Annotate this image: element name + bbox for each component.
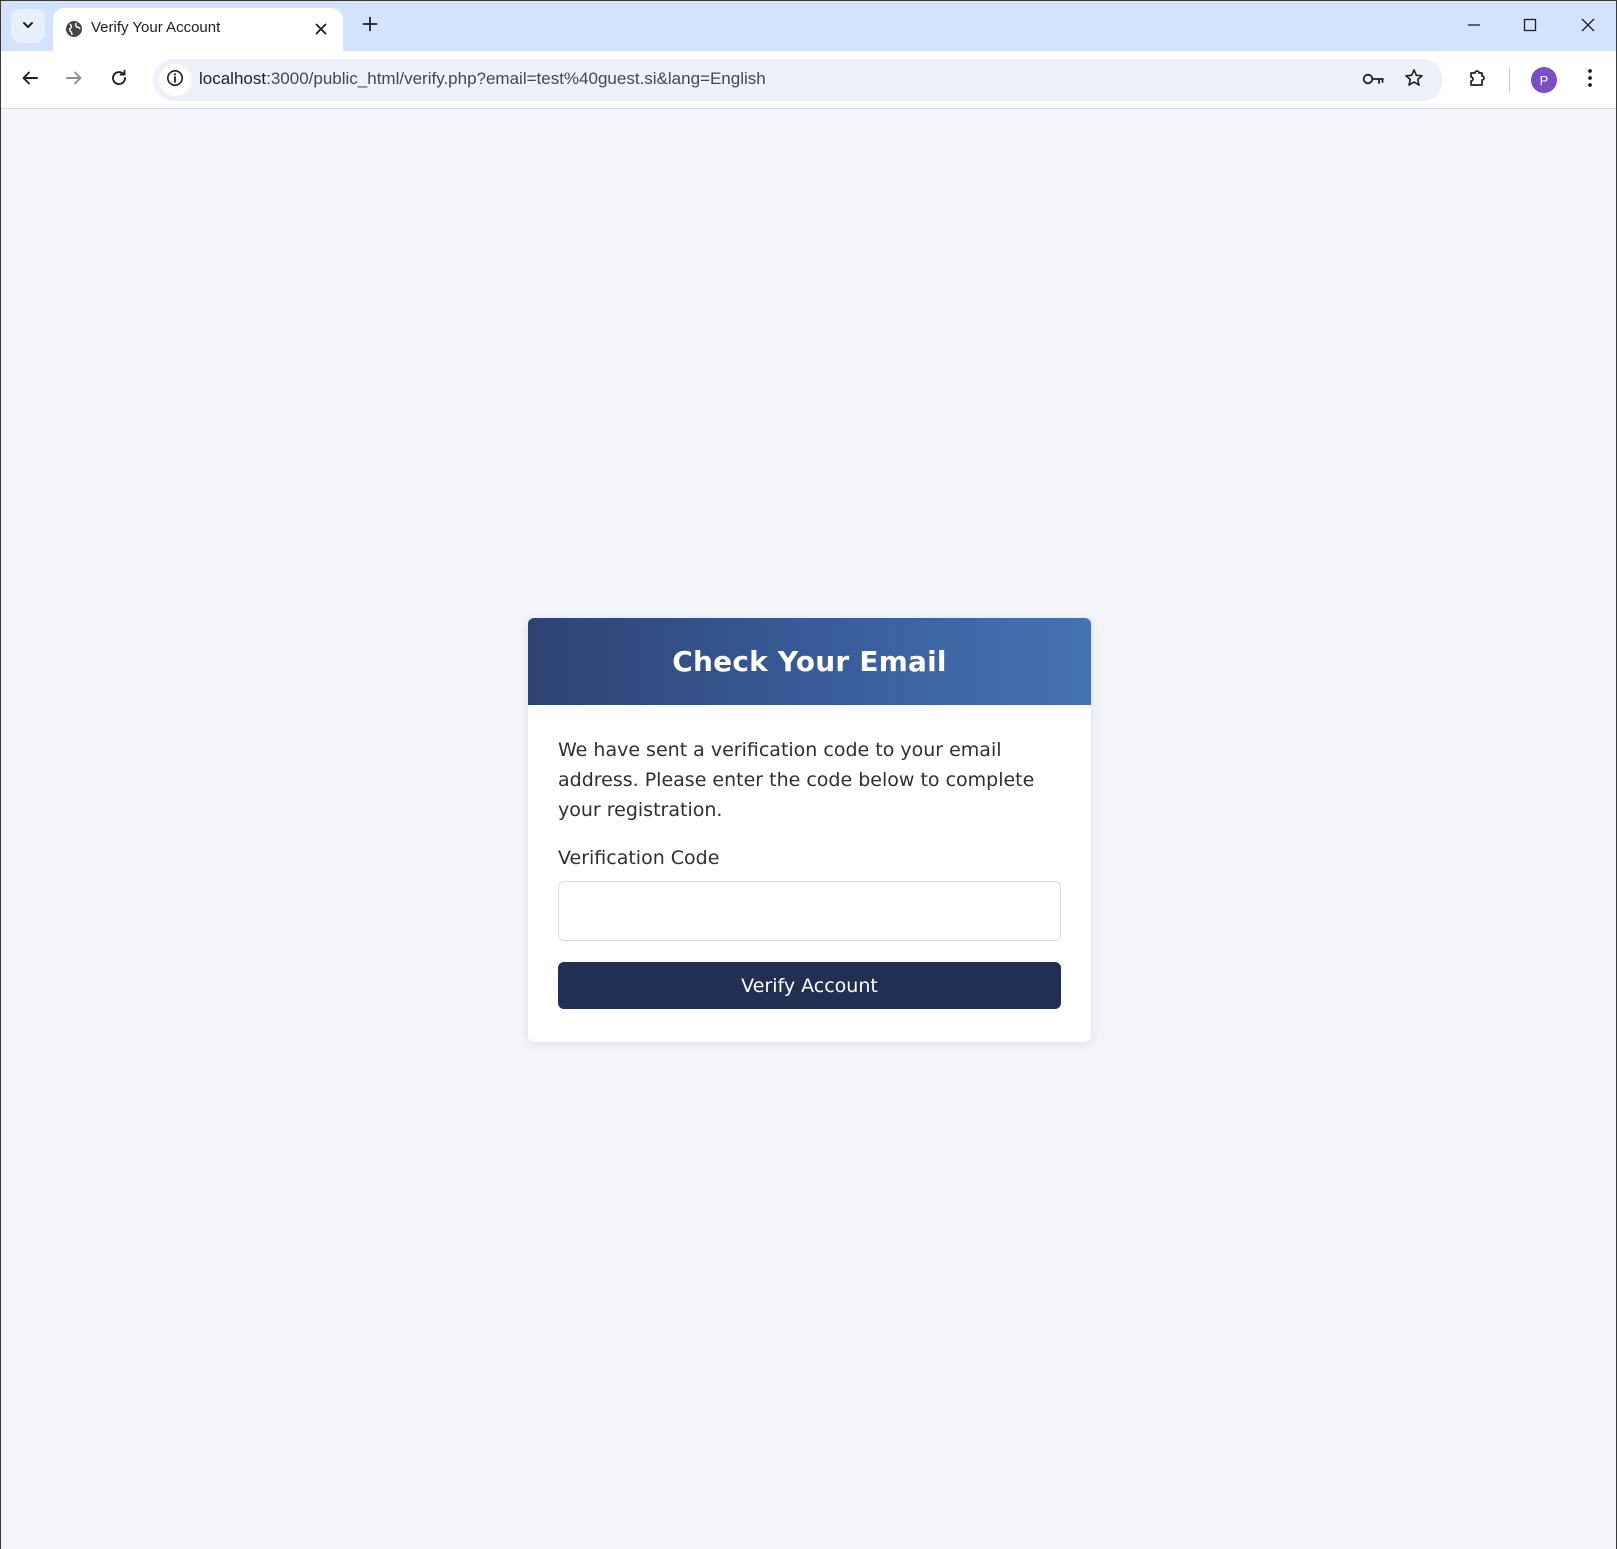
info-icon [166, 69, 184, 91]
reload-button[interactable] [103, 64, 135, 96]
card-title: Check Your Email [672, 645, 947, 678]
tab-active[interactable]: Verify Your Account [53, 8, 343, 51]
verification-code-label: Verification Code [558, 847, 720, 869]
close-tab-icon[interactable] [309, 17, 333, 41]
browser-toolbar: localhost:3000/public_html/verify.php?em… [1, 51, 1616, 109]
arrow-left-icon [21, 69, 39, 91]
address-bar[interactable]: localhost:3000/public_html/verify.php?em… [153, 59, 1443, 101]
close-icon [1581, 17, 1595, 36]
site-info-button[interactable] [159, 64, 191, 96]
maximize-button[interactable] [1515, 11, 1545, 41]
close-window-button[interactable] [1573, 11, 1603, 41]
back-button[interactable] [14, 64, 46, 96]
bookmark-button[interactable] [1398, 64, 1430, 96]
puzzle-icon [1468, 68, 1488, 92]
plus-icon [362, 16, 378, 36]
minimize-icon [1467, 17, 1481, 36]
toolbar-divider [1509, 68, 1510, 92]
instruction-text: We have sent a verification code to your… [558, 739, 1035, 821]
password-key-button[interactable] [1358, 64, 1390, 96]
verify-account-button[interactable]: Verify Account [558, 962, 1061, 1009]
card-body: We have sent a verification code to your… [528, 705, 1091, 1039]
more-vertical-icon [1587, 68, 1593, 92]
key-icon [1362, 71, 1386, 90]
tab-strip: Verify Your Account [1, 1, 1616, 51]
url-host: localhost [199, 69, 267, 88]
verification-code-input[interactable] [558, 881, 1061, 941]
minimize-button[interactable] [1459, 11, 1489, 41]
new-tab-button[interactable] [355, 11, 385, 41]
url-path: :3000/public_html/verify.php?email=test%… [266, 69, 766, 88]
extensions-button[interactable] [1462, 64, 1494, 96]
browser-menu-button[interactable] [1574, 64, 1606, 96]
page-viewport: Check Your Email We have sent a verifica… [1, 110, 1616, 1549]
tab-title: Verify Your Account [91, 19, 221, 36]
globe-icon [64, 19, 84, 39]
reload-icon [110, 69, 128, 91]
forward-button[interactable] [58, 64, 90, 96]
verification-card: Check Your Email We have sent a verifica… [528, 618, 1091, 1042]
maximize-icon [1523, 17, 1537, 36]
profile-avatar[interactable]: P [1531, 67, 1557, 93]
browser-window: Verify Your Account localhost:3000/publi… [0, 0, 1617, 1549]
star-icon [1404, 68, 1424, 92]
tab-search-button[interactable] [11, 9, 45, 43]
url-text[interactable]: localhost:3000/public_html/verify.php?em… [199, 69, 766, 89]
chevron-down-icon [21, 17, 35, 36]
arrow-right-icon [65, 69, 83, 91]
card-header: Check Your Email [528, 618, 1091, 705]
